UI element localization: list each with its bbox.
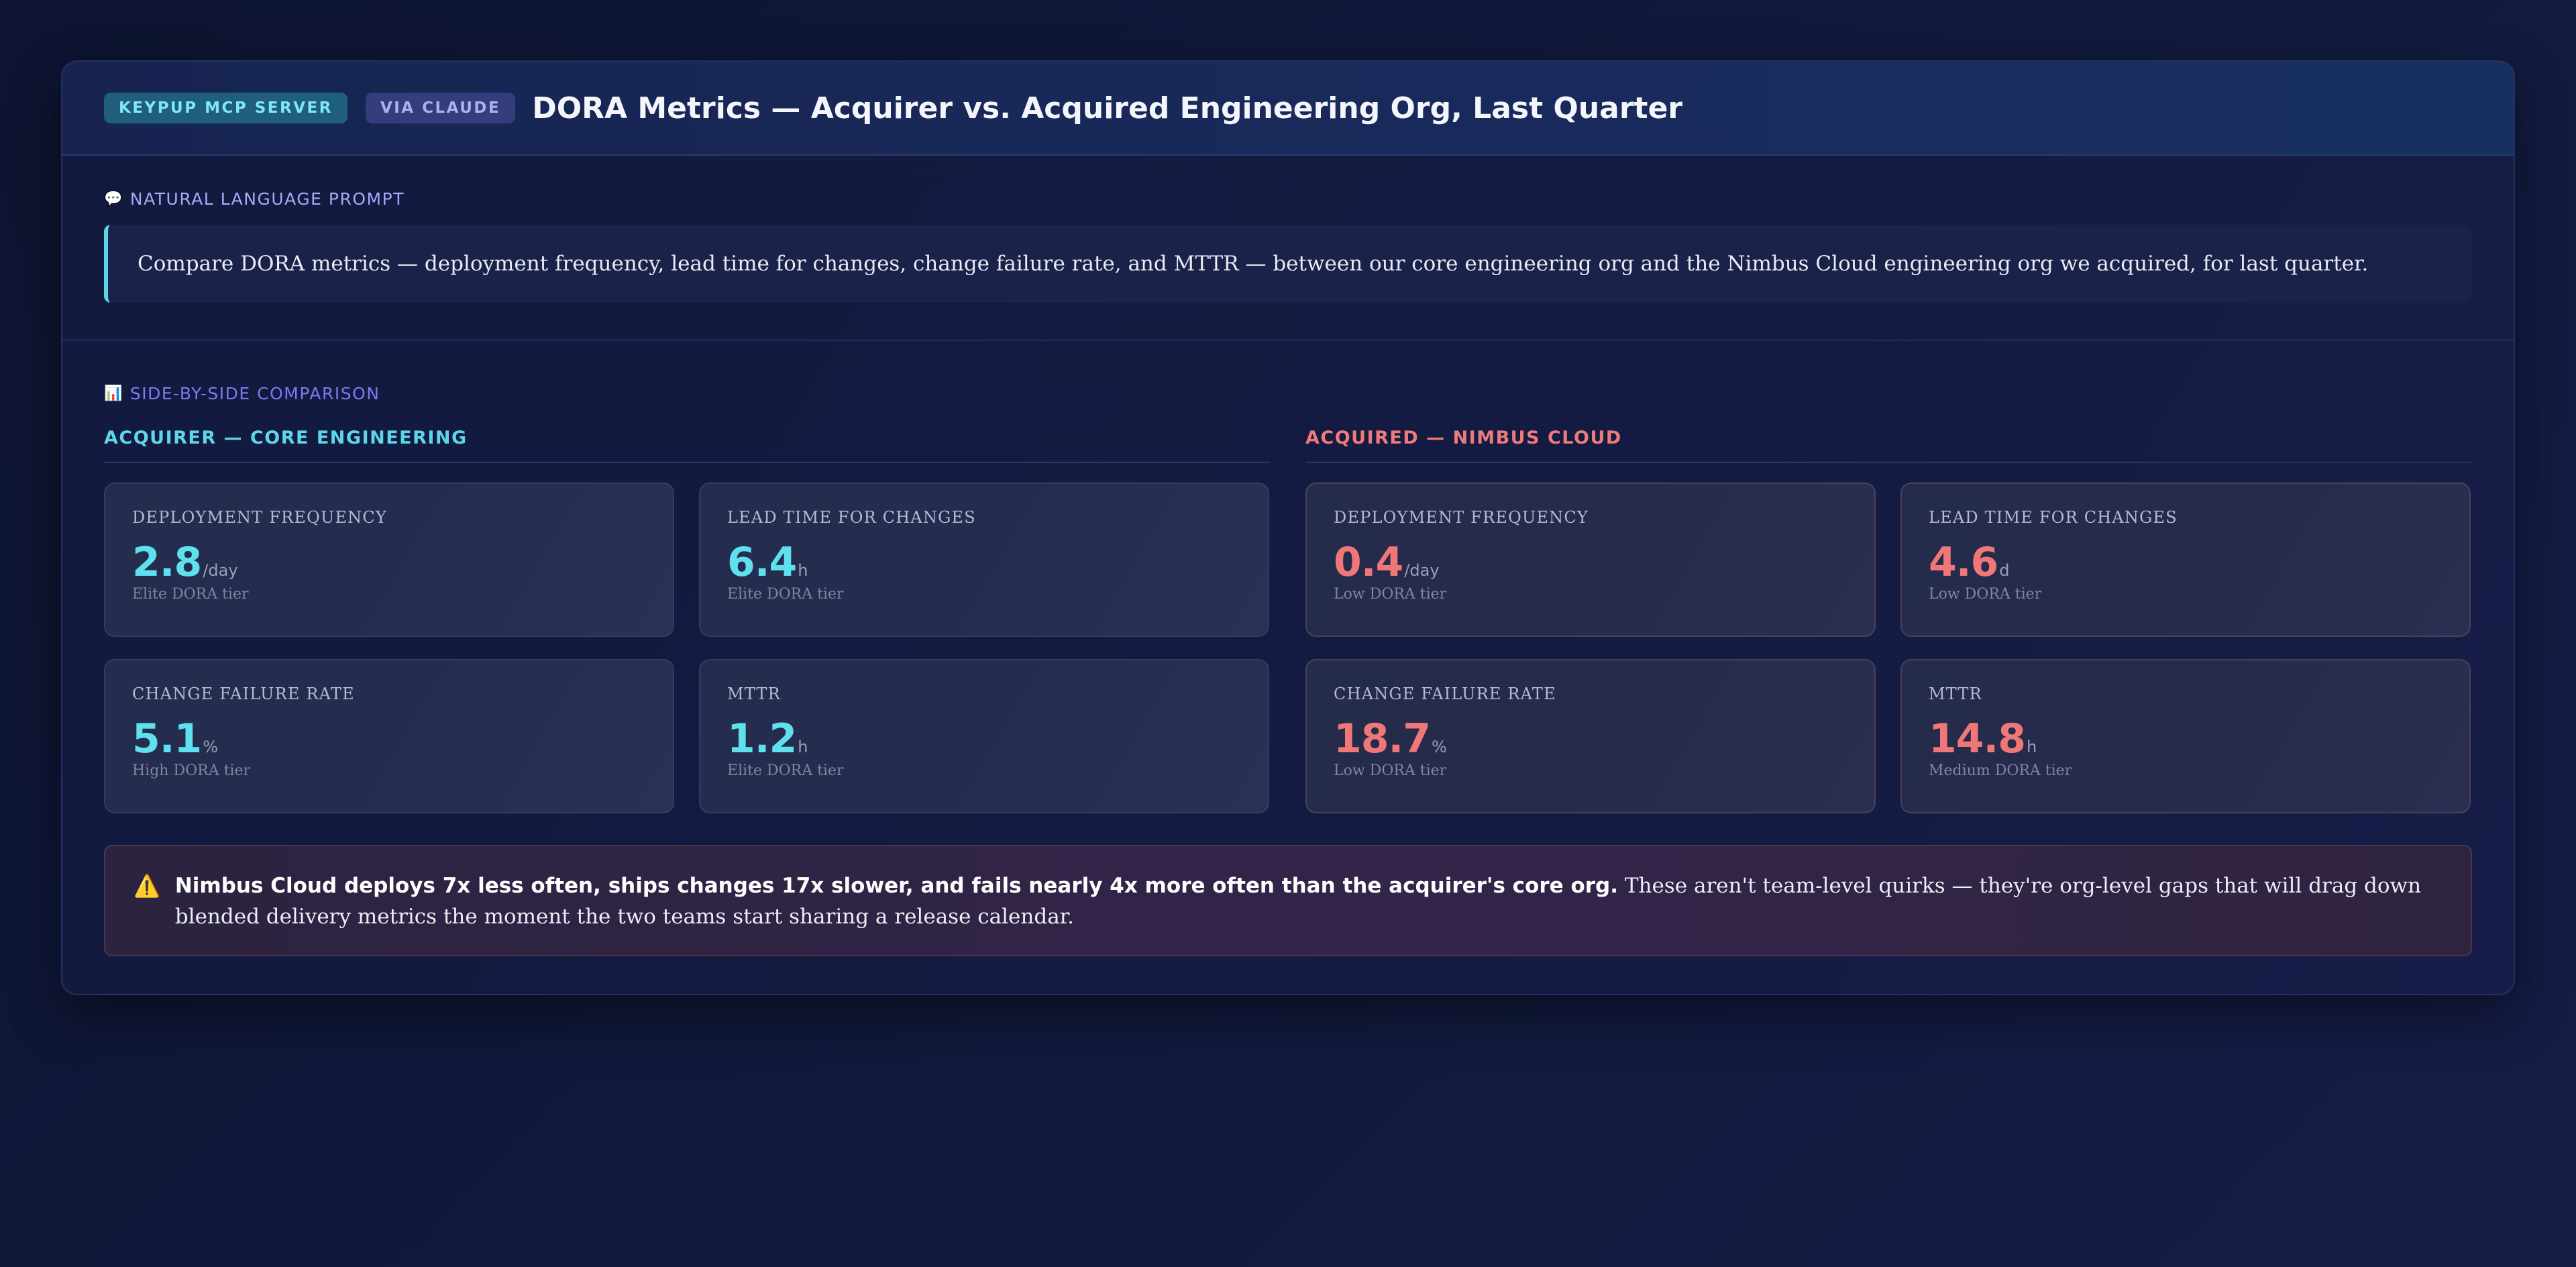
prompt-text: Compare DORA metrics — deployment freque… — [104, 225, 2472, 303]
metric-unit: h — [798, 738, 808, 756]
metric-label: DEPLOYMENT FREQUENCY — [132, 508, 387, 527]
metric-value: 18.7 — [1334, 715, 1431, 762]
warning-bold-text: Nimbus Cloud deploys 7x less often, ship… — [174, 874, 1619, 898]
acquirer-mttr-card: MTTR 1.2 h Elite DORA tier — [699, 659, 1269, 813]
prompt-section-label: 💬 NATURAL LANGUAGE PROMPT — [104, 189, 2472, 209]
metric-tier: Elite DORA tier — [727, 586, 844, 603]
metric-label: CHANGE FAILURE RATE — [132, 685, 355, 703]
acquired-deployment-frequency-card: DEPLOYMENT FREQUENCY 0.4/day Low DORA ti… — [1305, 483, 1876, 637]
metric-label: LEAD TIME FOR CHANGES — [1929, 508, 2178, 527]
acquirer-lead-time-card: LEAD TIME FOR CHANGES 6.4 h Elite DORA ti… — [699, 483, 1269, 637]
acquired-mttr-card: MTTR 14.8 h Medium DORA tier — [1900, 659, 2471, 813]
metric-unit: h — [2027, 738, 2037, 756]
via-claude-badge: VIA CLAUDE — [365, 93, 516, 123]
acquired-title: ACQUIRED — NIMBUS CLOUD — [1305, 427, 2472, 463]
acquired-column: ACQUIRED — NIMBUS CLOUD DEPLOYMENT FREQU… — [1305, 427, 2472, 813]
acquirer-change-failure-rate-card: CHANGE FAILURE RATE 5.1% High DORA tier — [104, 659, 674, 813]
metric-value: 2.8 — [132, 539, 202, 586]
metric-tier: Low DORA tier — [1929, 586, 2042, 603]
metric-unit: /day — [1404, 561, 1440, 580]
speech-bubble-icon: 💬 — [104, 191, 123, 207]
comparison-label-text: SIDE-BY-SIDE COMPARISON — [129, 384, 380, 403]
metric-value: 4.6 — [1929, 539, 1998, 586]
metric-tier: Elite DORA tier — [727, 762, 844, 779]
metric-unit: % — [203, 738, 219, 756]
metric-value: 14.8 — [1929, 715, 2026, 762]
metric-label: DEPLOYMENT FREQUENCY — [1334, 508, 1589, 527]
acquired-change-failure-rate-card: CHANGE FAILURE RATE 18.7% Low DORA tier — [1305, 659, 1876, 813]
metric-label: CHANGE FAILURE RATE — [1334, 685, 1556, 703]
metric-tier: High DORA tier — [132, 762, 250, 779]
dora-report-card: KEYPUP MCP SERVER VIA CLAUDE DORA Metric… — [61, 60, 2515, 995]
metric-tier: Medium DORA tier — [1929, 762, 2072, 779]
acquirer-column: ACQUIRER — CORE ENGINEERING DEPLOYMENT F… — [104, 427, 1271, 813]
metric-label: LEAD TIME FOR CHANGES — [727, 508, 976, 527]
metric-label: MTTR — [1929, 685, 1982, 703]
metric-tier: Low DORA tier — [1334, 762, 1447, 779]
comparison-section: 📊 SIDE-BY-SIDE COMPARISON ACQUIRER — COR… — [62, 341, 2514, 813]
report-header: KEYPUP MCP SERVER VIA CLAUDE DORA Metric… — [62, 62, 2514, 156]
metric-label: MTTR — [727, 685, 781, 703]
warning-callout: ⚠️ Nimbus Cloud deploys 7x less often, s… — [104, 845, 2472, 956]
acquirer-title: ACQUIRER — CORE ENGINEERING — [104, 427, 1271, 463]
metric-unit: d — [1999, 561, 2010, 580]
metric-tier: Elite DORA tier — [132, 586, 249, 603]
warning-icon: ⚠️ — [133, 873, 160, 899]
metric-value: 5.1 — [132, 715, 202, 762]
report-title: DORA Metrics — Acquirer vs. Acquired Eng… — [532, 91, 1683, 125]
comparison-section-label: 📊 SIDE-BY-SIDE COMPARISON — [104, 384, 2472, 403]
prompt-section: 💬 NATURAL LANGUAGE PROMPT Compare DORA m… — [62, 156, 2514, 341]
metric-unit: % — [1432, 738, 1447, 756]
metric-tier: Low DORA tier — [1334, 586, 1447, 603]
bar-chart-icon: 📊 — [104, 385, 123, 402]
acquired-lead-time-card: LEAD TIME FOR CHANGES 4.6 d Low DORA tier — [1900, 483, 2471, 637]
acquirer-deployment-frequency-card: DEPLOYMENT FREQUENCY 2.8/day Elite DORA … — [104, 483, 674, 637]
metric-unit: h — [798, 561, 808, 580]
prompt-label-text: NATURAL LANGUAGE PROMPT — [129, 189, 405, 209]
metric-value: 0.4 — [1334, 539, 1403, 586]
metric-value: 1.2 — [727, 715, 797, 762]
warning-text: Nimbus Cloud deploys 7x less often, ship… — [175, 870, 2430, 955]
metric-unit: /day — [203, 561, 238, 580]
server-badge: KEYPUP MCP SERVER — [104, 93, 347, 123]
metric-value: 6.4 — [727, 539, 797, 586]
